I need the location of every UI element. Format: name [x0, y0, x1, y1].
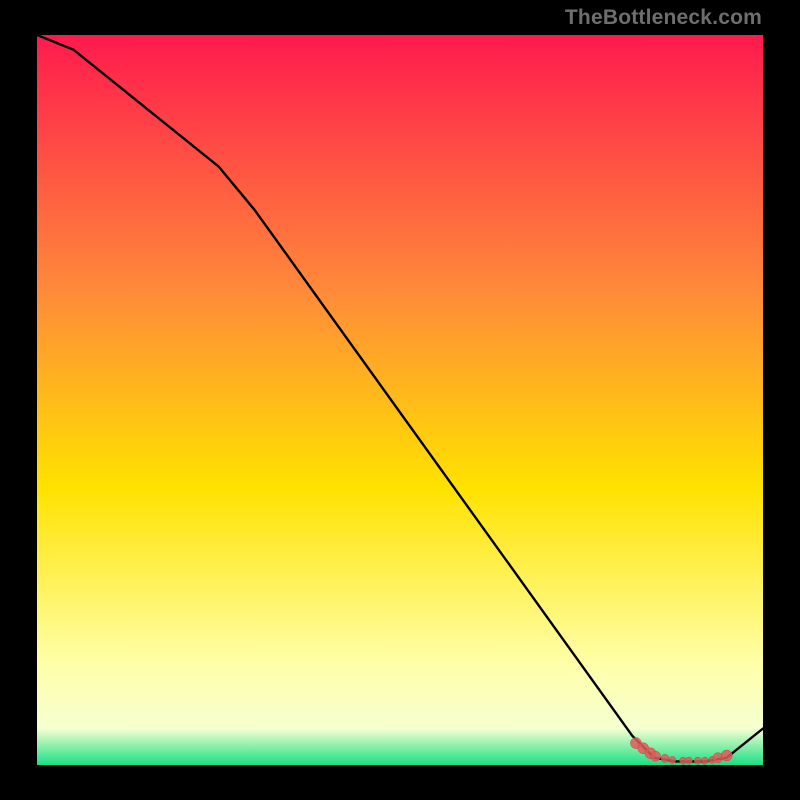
bottleneck-curve [37, 35, 763, 761]
watermark-label: TheBottleneck.com [565, 6, 762, 30]
data-marker [694, 757, 701, 764]
data-marker [721, 750, 732, 761]
data-marker [651, 751, 661, 761]
chart-frame: TheBottleneck.com [0, 0, 800, 800]
data-marker [661, 754, 669, 762]
marker-group [630, 738, 732, 765]
plot-svg [37, 35, 763, 765]
plot-area [37, 35, 763, 765]
data-marker [701, 757, 708, 764]
data-marker [669, 756, 676, 763]
data-marker [685, 757, 692, 764]
